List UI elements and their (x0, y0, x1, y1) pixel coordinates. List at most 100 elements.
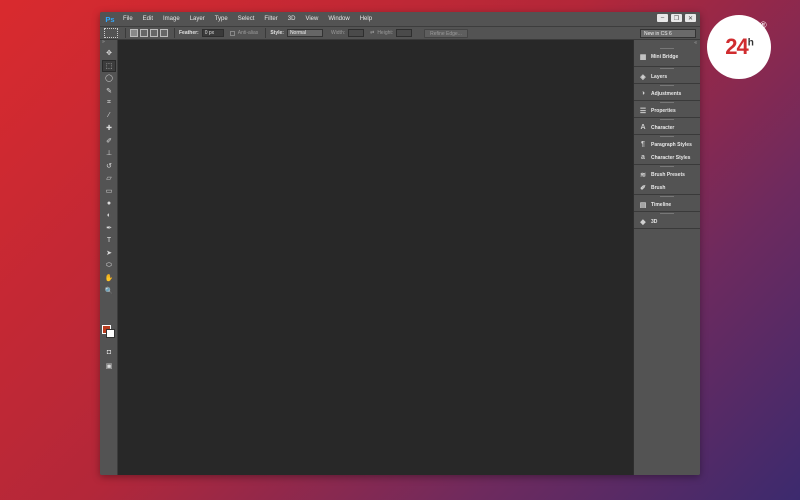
divider (125, 28, 126, 38)
menu-filter[interactable]: Filter (259, 12, 282, 26)
panel-label: Brush Presets (651, 171, 685, 178)
panel-item-properties[interactable]: ☰ Properties (634, 104, 700, 117)
panel-item-brush-presets[interactable]: ≋ Brush Presets (634, 168, 700, 181)
character-icon: A (640, 124, 646, 131)
panel-item-3d[interactable]: ◆ 3D (634, 215, 700, 228)
panel-item-layers[interactable]: ◈ Layers (634, 70, 700, 83)
menu-image[interactable]: Image (158, 12, 185, 26)
width-label: Width: (330, 30, 346, 36)
crop-tool[interactable]: ⌗ (102, 97, 116, 109)
style-select[interactable]: Normal (286, 29, 323, 37)
panel-label: Brush (651, 184, 666, 191)
workspace-select[interactable]: New in CS 6 (640, 29, 696, 38)
window-controls: – ❐ ✕ (657, 14, 696, 22)
intersect-selection-icon[interactable] (160, 29, 168, 37)
brush-tool[interactable]: ✐ (102, 135, 116, 147)
move-tool[interactable]: ✥ (102, 47, 116, 59)
brush-presets-icon: ≋ (640, 171, 646, 179)
gradient-tool[interactable]: ▭ (102, 185, 116, 197)
hand-tool[interactable]: ✋ (102, 272, 116, 284)
paragraph-styles-icon: ¶ (641, 141, 645, 148)
style-label: Style: (270, 30, 284, 36)
height-label: Height: (377, 30, 394, 36)
feather-label: Feather: (179, 30, 199, 36)
restore-icon[interactable]: ❐ (671, 14, 682, 22)
menu-layer[interactable]: Layer (185, 12, 210, 26)
rectangular-marquee-tool[interactable]: ⬚ (102, 59, 116, 72)
mini-bridge-icon: ▦ (639, 53, 647, 61)
adjustments-icon: ◑ (640, 90, 646, 97)
screen-mode-icon[interactable]: ▣ (102, 360, 116, 372)
ps-logo: Ps (105, 14, 115, 24)
menu-3d[interactable]: 3D (283, 12, 301, 26)
panel-label: 3D (651, 218, 658, 225)
dodge-tool[interactable]: ◐ (102, 210, 116, 222)
subtract-selection-icon[interactable] (150, 29, 158, 37)
height-input[interactable] (396, 29, 413, 37)
menu-edit[interactable]: Edit (138, 12, 158, 26)
panel-label: Mini Bridge (651, 53, 679, 60)
pen-tool[interactable]: ✒ (102, 222, 116, 234)
panel-label: Character (651, 124, 675, 131)
menu-type[interactable]: Type (210, 12, 233, 26)
minimize-icon[interactable]: – (657, 14, 668, 22)
width-input[interactable] (348, 29, 365, 37)
layers-icon: ◈ (640, 73, 646, 81)
options-bar: Feather: 0 px Anti-alias Style: Normal W… (100, 26, 700, 40)
quick-selection-tool[interactable]: ✎ (102, 85, 116, 97)
divider (174, 28, 175, 38)
panel-label: Adjustments (651, 90, 682, 97)
menu-help[interactable]: Help (355, 12, 377, 26)
panel-group: ▦ Mini Bridge (634, 47, 700, 67)
properties-icon: ☰ (639, 107, 647, 115)
panel-group: ≋ Brush Presets ✐ Brush (634, 165, 700, 195)
clone-stamp-tool[interactable]: ⊥ (102, 147, 116, 159)
type-tool[interactable]: T (102, 235, 116, 247)
menu-view[interactable]: View (300, 12, 323, 26)
feather-input[interactable]: 0 px (201, 29, 224, 37)
panel-dock: « ▦ Mini Bridge ◈ Layers ◑ Adjustments ☰ Proper… (633, 40, 700, 475)
refine-edge-button[interactable]: Refine Edge... (424, 28, 468, 38)
character-styles-icon: a (641, 154, 645, 161)
panel-group: A Character (634, 118, 700, 135)
panel-item-adjustments[interactable]: ◑ Adjustments (634, 87, 700, 100)
menu-window[interactable]: Window (323, 12, 354, 26)
swap-icon[interactable]: ⇄ (370, 30, 374, 36)
ellipse-tool[interactable]: ⬭ (102, 260, 116, 272)
path-selection-tool[interactable]: ➤ (102, 247, 116, 259)
add-selection-icon[interactable] (140, 29, 148, 37)
panel-item-character[interactable]: A Character (634, 121, 700, 134)
menu-file[interactable]: File (118, 12, 138, 26)
photoshop-window: Ps File Edit Image Layer Type Select Fil… (100, 12, 700, 475)
panel-item-timeline[interactable]: ▤ Timeline (634, 198, 700, 211)
tool-preset-picker[interactable] (104, 28, 118, 38)
panels-collapse-icon[interactable]: « (634, 40, 700, 47)
tools-collapse-icon[interactable]: » (100, 40, 117, 46)
close-icon[interactable]: ✕ (685, 14, 696, 22)
panel-label: Character Styles (651, 154, 691, 161)
history-brush-tool[interactable]: ↺ (102, 160, 116, 172)
panel-item-mini-bridge[interactable]: ▦ Mini Bridge (634, 50, 700, 63)
antialias-label: Anti-alias (237, 30, 259, 36)
panel-item-character-styles[interactable]: a Character Styles (634, 151, 700, 164)
document-canvas-area[interactable] (118, 40, 633, 475)
eyedropper-tool[interactable]: ⁄ (102, 110, 116, 122)
panel-label: Properties (651, 107, 676, 114)
blur-tool[interactable]: ● (102, 197, 116, 209)
quick-mask-icon[interactable]: ◘ (102, 346, 116, 358)
menu-select[interactable]: Select (233, 12, 260, 26)
new-selection-icon[interactable] (130, 29, 138, 37)
panel-label: Layers (651, 73, 668, 80)
background-color-swatch[interactable] (106, 329, 115, 338)
zoom-tool[interactable]: 🔍 (102, 285, 116, 297)
panel-label: Timeline (651, 201, 672, 208)
panel-group: ◈ Layers (634, 67, 700, 84)
panel-group: ◆ 3D (634, 212, 700, 229)
antialias-checkbox[interactable] (229, 30, 235, 36)
lasso-tool[interactable]: ◯ (102, 72, 116, 84)
eraser-tool[interactable]: ▱ (102, 172, 116, 184)
panel-item-brush[interactable]: ✐ Brush (634, 181, 700, 194)
panel-item-paragraph-styles[interactable]: ¶ Paragraph Styles (634, 138, 700, 151)
brush-icon: ✐ (640, 184, 646, 192)
spot-healing-brush-tool[interactable]: ✚ (102, 122, 116, 134)
